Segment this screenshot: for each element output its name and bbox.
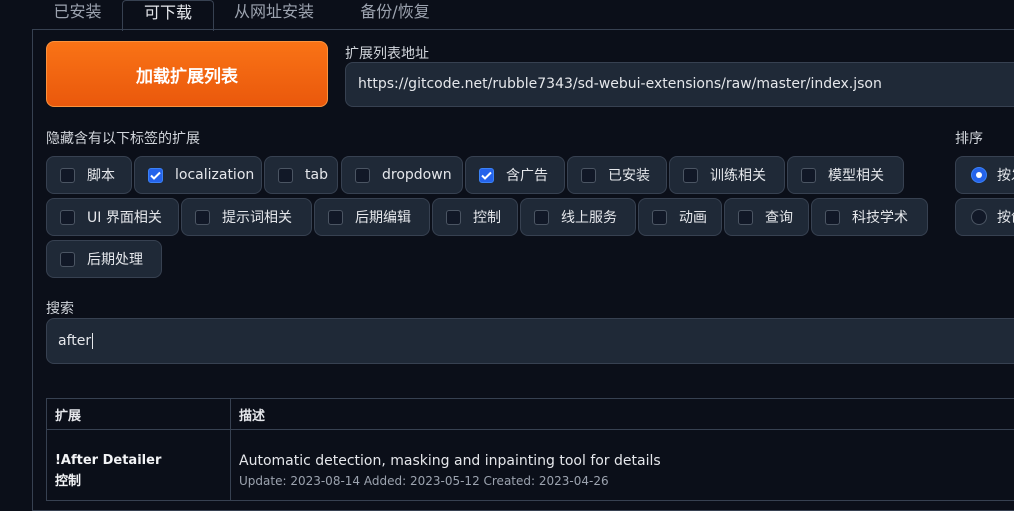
- checkbox-icon[interactable]: [581, 168, 596, 183]
- search-value: after: [58, 333, 91, 349]
- tag-label: 提示词相关: [222, 207, 292, 227]
- search-label: 搜索: [46, 298, 74, 318]
- checkbox-icon[interactable]: [825, 210, 840, 225]
- tag-checkbox-script[interactable]: 脚本: [46, 156, 132, 194]
- tag-checkbox-science[interactable]: 科技学术: [811, 198, 928, 236]
- extension-name-link[interactable]: !After Detailer: [55, 450, 222, 471]
- tag-label: 脚本: [87, 165, 115, 185]
- checkbox-icon[interactable]: [148, 168, 163, 183]
- tag-checkbox-dropdown[interactable]: dropdown: [341, 156, 463, 194]
- tag-checkbox-installed[interactable]: 已安装: [567, 156, 667, 194]
- tag-label: tab: [305, 167, 328, 183]
- sort-option-published[interactable]: 按发: [955, 156, 1014, 194]
- checkbox-icon[interactable]: [683, 168, 698, 183]
- description-cell: Automatic detection, masking and inpaint…: [231, 430, 1014, 501]
- tab-available[interactable]: 可下载: [122, 0, 214, 31]
- tag-checkbox-ads[interactable]: 含广告: [465, 156, 565, 194]
- tag-label: dropdown: [382, 167, 452, 183]
- tag-checkbox-editing[interactable]: 后期编辑: [314, 198, 430, 236]
- tag-checkbox-tab[interactable]: tab: [264, 156, 338, 194]
- column-header-description: 描述: [231, 399, 1014, 430]
- tag-checkbox-controlling[interactable]: 控制: [432, 198, 518, 236]
- radio-icon[interactable]: [971, 209, 987, 225]
- sort-label: 排序: [955, 128, 983, 148]
- extension-cell: !After Detailer 控制: [47, 430, 231, 501]
- tag-label: UI 界面相关: [87, 207, 162, 227]
- tag-checkbox-ui[interactable]: UI 界面相关: [46, 198, 179, 236]
- tag-checkbox-online[interactable]: 线上服务: [520, 198, 636, 236]
- search-input[interactable]: after: [46, 318, 1014, 364]
- tag-label: localization: [175, 167, 254, 183]
- checkbox-icon[interactable]: [801, 168, 816, 183]
- tag-checkbox-query[interactable]: 查询: [724, 198, 809, 236]
- tag-checkbox-training[interactable]: 训练相关: [669, 156, 785, 194]
- tag-label: 后期处理: [87, 249, 143, 269]
- tag-checkbox-extras[interactable]: 后期处理: [46, 240, 162, 278]
- tab-backup-restore[interactable]: 备份/恢复: [345, 0, 445, 29]
- checkbox-icon[interactable]: [738, 210, 753, 225]
- tag-label: 动画: [679, 207, 707, 227]
- tag-label: 查询: [765, 207, 793, 227]
- column-header-extension: 扩展: [47, 399, 231, 430]
- radio-icon[interactable]: [971, 167, 987, 183]
- tag-label: 线上服务: [561, 207, 617, 227]
- tag-label: 科技学术: [852, 207, 908, 227]
- tab-bar: 已安装 可下载 从网址安装 备份/恢复: [0, 0, 1014, 29]
- tag-checkbox-localization[interactable]: localization: [134, 156, 262, 194]
- url-field-label: 扩展列表地址: [345, 43, 429, 63]
- checkbox-icon[interactable]: [60, 168, 75, 183]
- tag-label: 含广告: [506, 165, 548, 185]
- checkbox-icon[interactable]: [60, 210, 75, 225]
- extension-dates: Update: 2023-08-14 Added: 2023-05-12 Cre…: [239, 472, 1014, 490]
- extension-description: Automatic detection, masking and inpaint…: [239, 450, 1014, 472]
- tag-checkbox-animation[interactable]: 动画: [638, 198, 722, 236]
- tag-label: 控制: [473, 207, 501, 227]
- tag-label: 模型相关: [828, 165, 884, 185]
- checkbox-icon[interactable]: [652, 210, 667, 225]
- checkbox-icon[interactable]: [446, 210, 461, 225]
- extension-index-url-input[interactable]: https://gitcode.net/rubble7343/sd-webui-…: [345, 62, 1014, 107]
- tag-label: 后期编辑: [355, 207, 411, 227]
- table-row: !After Detailer 控制 Automatic detection, …: [47, 430, 1014, 501]
- tag-label: 已安装: [608, 165, 650, 185]
- tab-installed[interactable]: 已安装: [40, 0, 115, 29]
- checkbox-icon[interactable]: [534, 210, 549, 225]
- checkbox-icon[interactable]: [328, 210, 343, 225]
- table-header-row: 扩展 描述: [47, 399, 1014, 430]
- text-caret: [92, 333, 93, 349]
- tab-install-from-url[interactable]: 从网址安装: [220, 0, 328, 29]
- hide-tags-label: 隐藏含有以下标签的扩展: [46, 128, 200, 148]
- extensions-table: 扩展 描述 !After Detailer 控制 Automatic detec…: [46, 398, 1014, 501]
- sort-option-created[interactable]: 按创: [955, 198, 1014, 236]
- sort-option-label: 按创: [997, 207, 1014, 227]
- checkbox-icon[interactable]: [355, 168, 370, 183]
- tag-label: 训练相关: [710, 165, 766, 185]
- checkbox-icon[interactable]: [195, 210, 210, 225]
- tag-checkbox-models[interactable]: 模型相关: [787, 156, 904, 194]
- extension-tag: 控制: [55, 471, 222, 492]
- checkbox-icon[interactable]: [60, 252, 75, 267]
- checkbox-icon[interactable]: [278, 168, 293, 183]
- sort-option-label: 按发: [997, 165, 1014, 185]
- checkbox-icon[interactable]: [479, 168, 494, 183]
- tag-checkbox-prompts[interactable]: 提示词相关: [181, 198, 312, 236]
- load-extension-list-button[interactable]: 加载扩展列表: [46, 41, 328, 107]
